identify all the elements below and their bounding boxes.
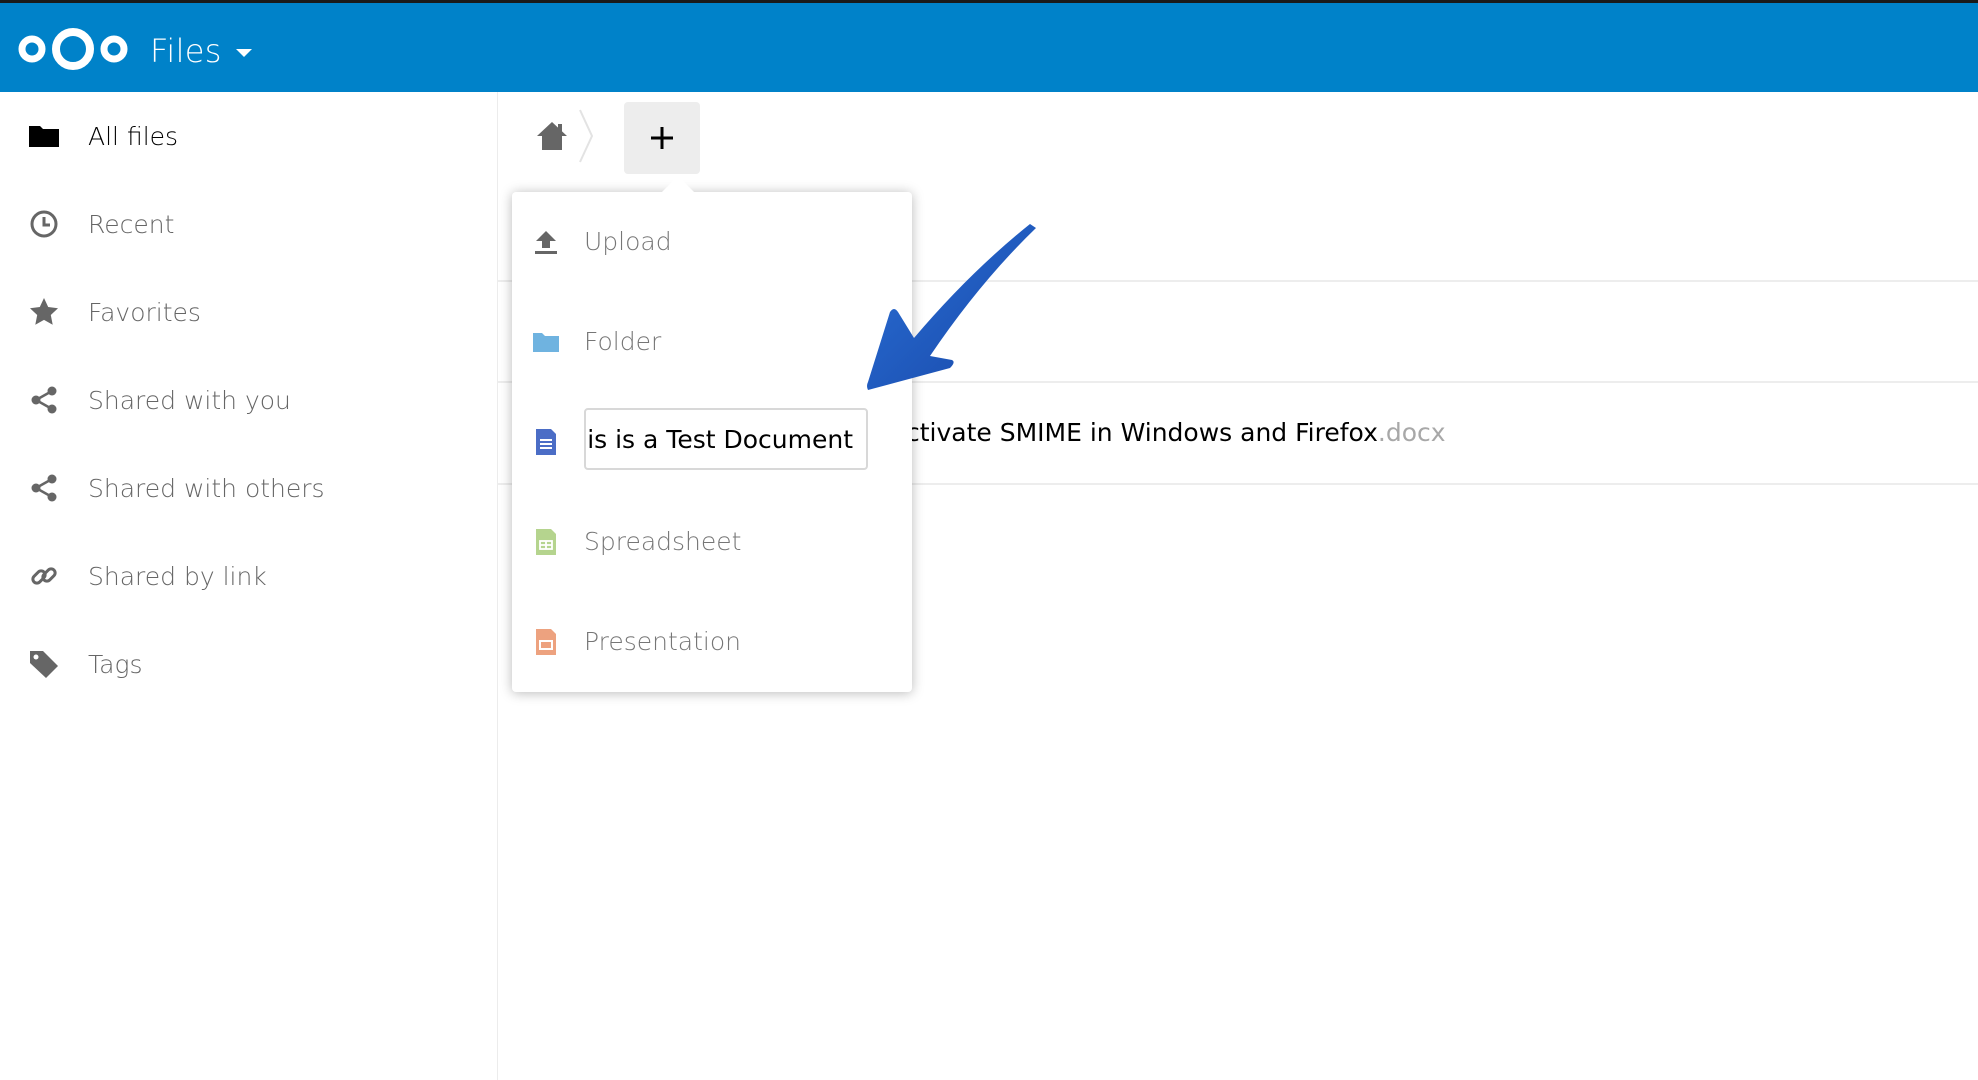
app-title: Files bbox=[150, 32, 222, 70]
menu-item-label: Spreadsheet bbox=[584, 527, 742, 556]
share-icon bbox=[27, 471, 61, 505]
sidebar-item-label: Recent bbox=[88, 209, 175, 239]
star-icon bbox=[27, 295, 61, 329]
upload-icon bbox=[532, 228, 560, 256]
menu-item-folder[interactable]: Folder bbox=[512, 302, 912, 382]
clock-icon bbox=[27, 207, 61, 241]
folder-icon bbox=[27, 119, 61, 153]
file-name[interactable]: ctivate SMIME in Windows and Firefox.doc… bbox=[906, 418, 1446, 447]
annotation-arrow-icon bbox=[867, 224, 1036, 390]
presentation-icon bbox=[532, 628, 560, 656]
sidebar-item-all-files[interactable]: All files bbox=[0, 92, 497, 180]
document-icon bbox=[532, 428, 560, 456]
sidebar-item-label: Tags bbox=[88, 649, 143, 679]
home-icon[interactable] bbox=[534, 118, 570, 154]
menu-item-label: Presentation bbox=[584, 627, 742, 656]
sidebar-item-label: All files bbox=[88, 121, 179, 151]
app-menu-button[interactable]: Files bbox=[150, 31, 252, 71]
nextcloud-logo-icon[interactable] bbox=[14, 23, 132, 75]
spreadsheet-icon bbox=[532, 528, 560, 556]
menu-item-label: Folder bbox=[584, 327, 662, 356]
sidebar-item-label: Shared by link bbox=[88, 561, 267, 591]
tag-icon bbox=[27, 647, 61, 681]
file-basename: ctivate SMIME in Windows and Firefox bbox=[906, 418, 1378, 447]
menu-item-presentation[interactable]: Presentation bbox=[512, 602, 912, 682]
menu-item-spreadsheet[interactable]: Spreadsheet bbox=[512, 502, 912, 582]
folder-icon bbox=[532, 328, 560, 356]
sidebar-item-tags[interactable]: Tags bbox=[0, 620, 497, 708]
sidebar-item-favorites[interactable]: Favorites bbox=[0, 268, 497, 356]
sidebar-item-label: Shared with you bbox=[88, 385, 291, 415]
sidebar-item-recent[interactable]: Recent bbox=[0, 180, 497, 268]
link-icon bbox=[27, 559, 61, 593]
sidebar-item-label: Favorites bbox=[88, 297, 201, 327]
plus-icon bbox=[651, 127, 673, 149]
breadcrumb-separator bbox=[579, 109, 594, 163]
menu-item-upload[interactable]: Upload bbox=[512, 202, 912, 282]
share-icon bbox=[27, 383, 61, 417]
popover-arrow bbox=[662, 176, 694, 192]
sidebar-item-shared-by-link[interactable]: Shared by link bbox=[0, 532, 497, 620]
new-document-name-input[interactable]: ıis is a Test Document bbox=[586, 410, 866, 468]
sidebar-item-shared-with-you[interactable]: Shared with you bbox=[0, 356, 497, 444]
file-extension: .docx bbox=[1377, 418, 1446, 447]
sidebar-item-shared-with-others[interactable]: Shared with others bbox=[0, 444, 497, 532]
caret-down-icon bbox=[235, 49, 252, 57]
new-file-button[interactable] bbox=[624, 102, 700, 174]
menu-item-label: Upload bbox=[584, 227, 672, 256]
new-document-name-value: ıis is a Test Document bbox=[586, 424, 853, 454]
app-header: Files bbox=[0, 0, 1978, 92]
sidebar-item-label: Shared with others bbox=[88, 473, 325, 503]
